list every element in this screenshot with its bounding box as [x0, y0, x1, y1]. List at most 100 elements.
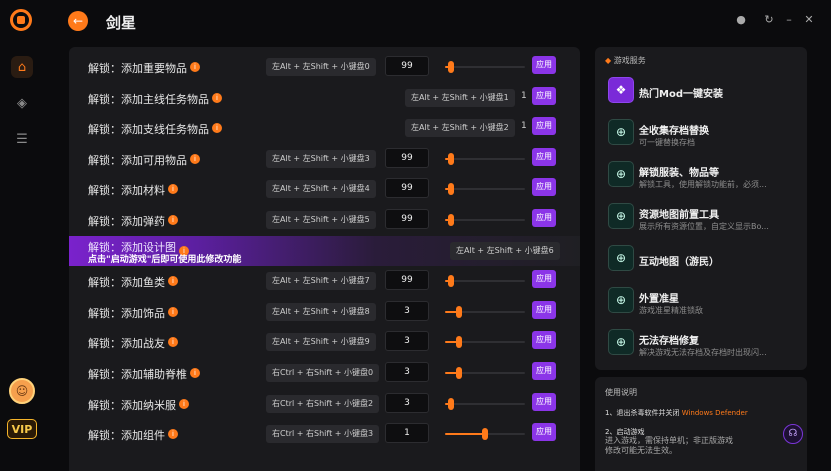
apply-button[interactable]: 应用	[532, 392, 556, 411]
slider-knob[interactable]	[448, 214, 455, 226]
slider-knob[interactable]	[448, 152, 455, 165]
value-slider[interactable]	[445, 336, 525, 349]
info-icon[interactable]: i	[212, 92, 222, 103]
value-slider[interactable]	[445, 367, 525, 379]
value-input[interactable]: 99	[385, 209, 429, 229]
support-headset-icon[interactable]: ☊	[783, 424, 803, 444]
service-item[interactable]: ⊕ 无法存档修复 解决游戏无法存档及存档时出现闪...	[608, 327, 798, 363]
value-slider[interactable]	[445, 183, 525, 196]
value-input[interactable]: 99	[385, 147, 429, 168]
hotkey-button[interactable]: 左Alt + 左Shift + 小键盘3	[266, 149, 376, 168]
map-icon: ⊕	[608, 203, 634, 229]
apply-button[interactable]: 应用	[532, 362, 556, 380]
value-slider[interactable]	[445, 61, 525, 73]
value-input[interactable]: 3	[385, 331, 429, 352]
info-icon[interactable]: i	[168, 306, 178, 317]
info-icon[interactable]: i	[212, 123, 222, 134]
info-icon[interactable]: i	[190, 62, 200, 72]
hotkey-button[interactable]: 左Alt + 左Shift + 小键盘0	[266, 58, 376, 76]
info-icon[interactable]: i	[190, 153, 200, 164]
usage-step1: 1、退出杀毒软件并关闭 Windows Defender	[605, 409, 748, 417]
row-label: 解锁：添加纳米服	[88, 398, 176, 412]
apply-button[interactable]: 应用	[532, 178, 556, 197]
usage-title: 使用说明	[605, 388, 637, 397]
info-icon[interactable]: i	[168, 337, 178, 348]
hotkey-button[interactable]: 左Alt + 左Shift + 小键盘8	[266, 302, 376, 321]
apply-button[interactable]: 应用	[532, 423, 556, 442]
value-input[interactable]: 99	[385, 56, 429, 76]
storage-icon[interactable]: ☰	[11, 128, 33, 150]
slider-knob[interactable]	[448, 61, 455, 73]
row-label: 解锁：添加辅助脊椎	[88, 368, 187, 381]
value-slider[interactable]	[445, 214, 525, 226]
slider-knob[interactable]	[456, 336, 463, 349]
value-input[interactable]: 3	[385, 392, 429, 413]
mod-row: 解锁：添加可用物品 i 左Alt + 左Shift + 小键盘3 99 应用	[69, 144, 580, 174]
apply-button[interactable]: 应用	[532, 117, 556, 136]
slider-knob[interactable]	[456, 305, 463, 318]
value-slider[interactable]	[445, 397, 525, 410]
apply-button[interactable]: 应用	[532, 147, 556, 166]
apply-button[interactable]: 应用	[532, 300, 556, 319]
hotkey-button[interactable]: 右Ctrl + 右Shift + 小键盘0	[266, 364, 380, 382]
minimize-icon[interactable]: –	[781, 13, 797, 26]
close-icon[interactable]: ✕	[801, 13, 817, 26]
apply-button[interactable]: 应用	[532, 331, 556, 350]
hotkey-button[interactable]: 左Alt + 左Shift + 小键盘5	[266, 211, 376, 229]
slider-knob[interactable]	[448, 275, 455, 288]
hotkey-button[interactable]: 左Alt + 左Shift + 小键盘7	[266, 272, 376, 291]
service-name: 无法存档修复	[639, 336, 699, 347]
apply-button[interactable]: 应用	[532, 209, 556, 227]
value-slider[interactable]	[445, 305, 525, 318]
info-icon[interactable]: i	[179, 398, 189, 409]
mod-row: 解锁：添加鱼类 i 左Alt + 左Shift + 小键盘7 99 应用	[69, 266, 580, 296]
service-item[interactable]: ⊕ 外置准星 游戏准星精准锁敌	[608, 285, 798, 321]
service-item[interactable]: ⊕ 资源地图前置工具 展示所有资源位置，自定义显示Bo...	[608, 201, 798, 237]
hotkey-button[interactable]: 左Alt + 左Shift + 小键盘9	[266, 333, 376, 352]
avatar[interactable]: ☺	[9, 378, 35, 404]
hotkey-button[interactable]: 右Ctrl + 右Shift + 小键盘2	[266, 394, 380, 413]
service-item[interactable]: ⊕ 解锁服装、物品等 解锁工具，使用解锁功能前，必须...	[608, 159, 798, 195]
service-item[interactable]: ❖ 热门Mod一键安装	[608, 75, 798, 111]
hotkey-button[interactable]: 左Alt + 左Shift + 小键盘1	[405, 88, 515, 107]
services-title: ◆ 游戏服务	[605, 56, 646, 65]
value-input[interactable]: 3	[385, 362, 429, 382]
info-icon[interactable]: i	[168, 215, 178, 225]
hotkey-button[interactable]: 左Alt + 左Shift + 小键盘2	[405, 119, 515, 138]
slider-knob[interactable]	[448, 397, 455, 410]
back-button[interactable]: ←	[68, 11, 88, 31]
info-icon[interactable]: i	[168, 429, 178, 440]
record-icon[interactable]: ●	[733, 13, 749, 26]
gamepad-icon[interactable]: ◈	[11, 92, 33, 114]
value-input[interactable]: 99	[385, 270, 429, 291]
value-input[interactable]: 99	[385, 178, 429, 199]
info-icon[interactable]: i	[168, 184, 178, 195]
home-icon[interactable]: ⌂	[11, 56, 33, 78]
apply-button[interactable]: 应用	[532, 86, 556, 105]
apply-button[interactable]: 应用	[532, 270, 556, 289]
usage-panel: 使用说明 1、退出杀毒软件并关闭 Windows Defender 2、启动游戏…	[595, 377, 807, 471]
slider-knob[interactable]	[448, 183, 455, 196]
service-item[interactable]: ⊕ 全收集存档替换 可一键替换存档	[608, 117, 798, 153]
mod-list: 解锁：添加重要物品 i 左Alt + 左Shift + 小键盘0 99 应用 解锁：添加主…	[69, 47, 580, 471]
slider-knob[interactable]	[482, 428, 488, 441]
slider-knob[interactable]	[456, 367, 463, 379]
hotkey-button[interactable]: 右Ctrl + 右Shift + 小键盘3	[266, 425, 380, 444]
vip-badge[interactable]: VIP	[7, 419, 37, 439]
hotkey-button[interactable]: 左Alt + 左Shift + 小键盘4	[266, 180, 376, 199]
hotkey-button[interactable]: 左Alt + 左Shift + 小键盘6	[450, 241, 560, 260]
game-services-panel: ◆ 游戏服务 ❖ 热门Mod一键安装 ⊕ 全收集存档替换 可一键替换存档 ⊕ 解锁服装、物品…	[595, 47, 807, 370]
value-slider[interactable]	[445, 275, 525, 288]
refresh-icon[interactable]: ↻	[761, 13, 777, 26]
info-icon[interactable]: i	[190, 368, 200, 378]
mod-row: 解锁：添加支线任务物品 i 左Alt + 左Shift + 小键盘2 1 应用	[69, 113, 580, 143]
usage-step2-text: 进入游戏，需保持单机；非正版游戏修改可能无法生效。	[605, 436, 733, 455]
mod-row: 解锁：添加辅助脊椎 i 右Ctrl + 右Shift + 小键盘0 3 应用	[69, 358, 580, 388]
value-input[interactable]: 3	[385, 300, 429, 321]
value-slider[interactable]	[445, 152, 525, 165]
value-input[interactable]: 1	[385, 423, 429, 444]
apply-button[interactable]: 应用	[532, 56, 556, 74]
service-item[interactable]: ⊕ 互动地图（游民）	[608, 243, 798, 279]
info-icon[interactable]: i	[168, 276, 178, 287]
value-slider[interactable]	[445, 428, 525, 441]
